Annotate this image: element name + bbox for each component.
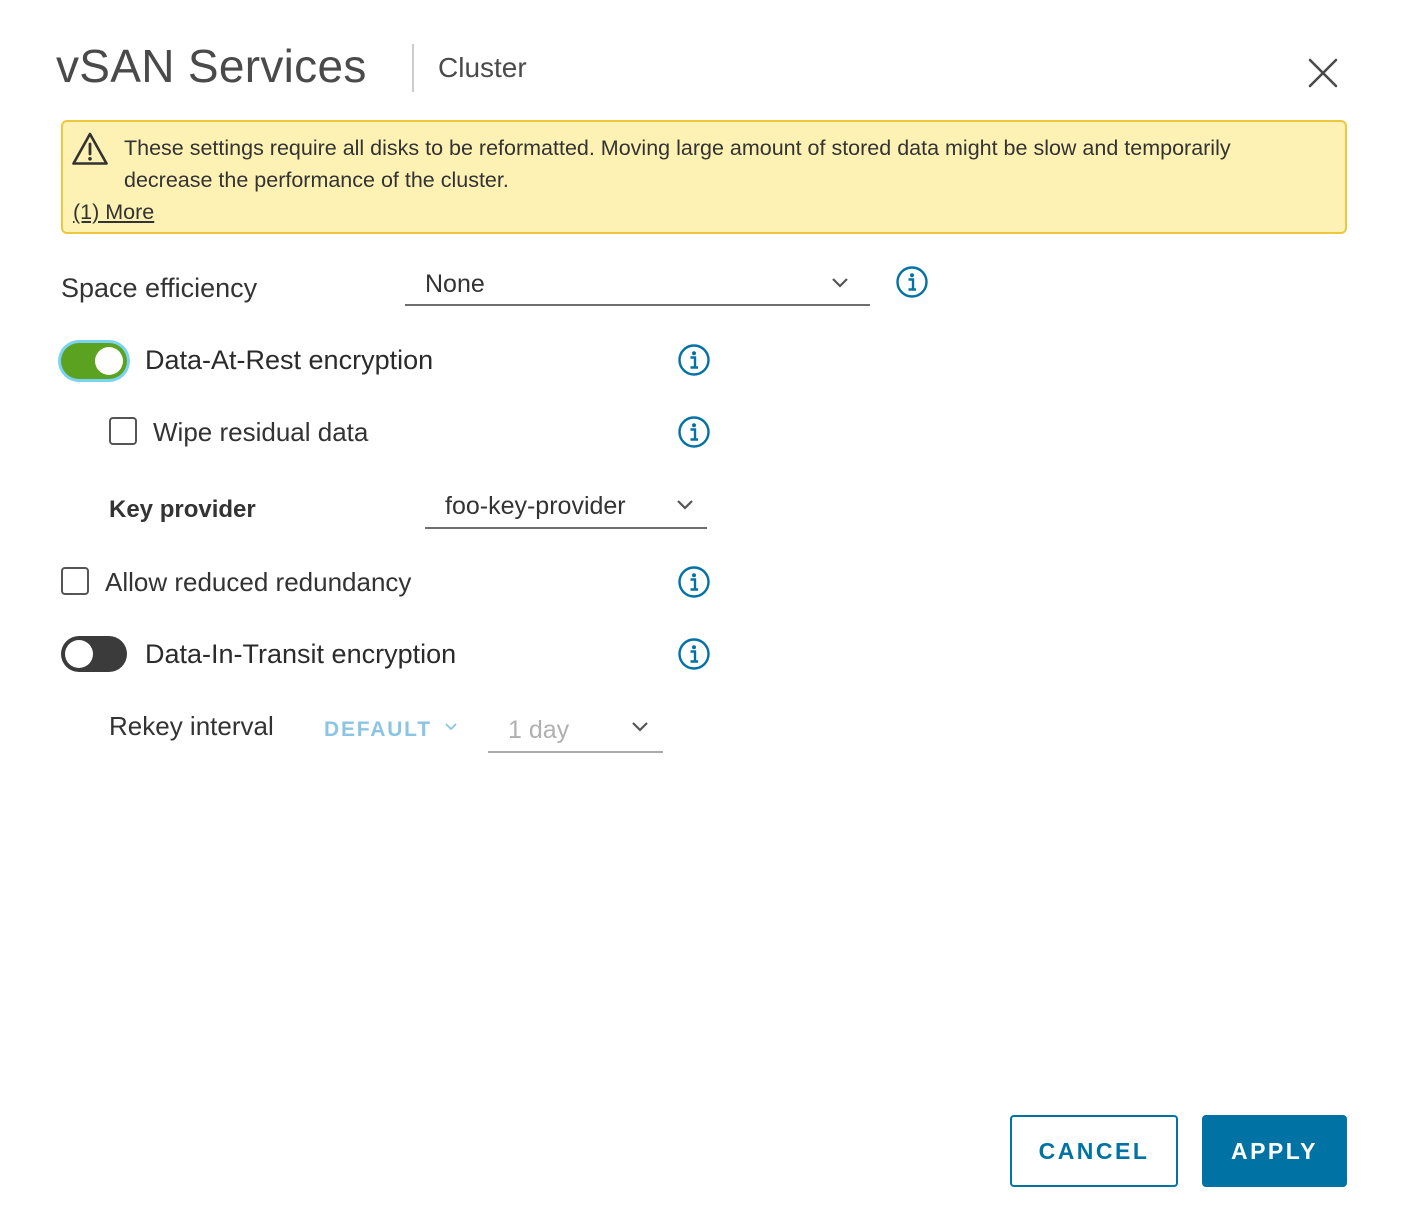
data-at-rest-toggle[interactable] <box>61 343 127 379</box>
data-in-transit-toggle[interactable] <box>61 636 127 672</box>
rekey-interval-value: 1 day <box>508 716 570 744</box>
warning-triangle-icon <box>72 132 108 165</box>
close-icon <box>1308 58 1338 88</box>
toggle-knob <box>65 640 93 668</box>
data-in-transit-label: Data-In-Transit encryption <box>145 639 457 669</box>
allow-reduced-redundancy-label: Allow reduced redundancy <box>105 567 412 597</box>
chevron-down-icon <box>632 722 648 732</box>
space-efficiency-value: None <box>425 270 485 298</box>
chevron-down-icon <box>677 500 693 510</box>
wipe-residual-checkbox[interactable] <box>109 417 137 445</box>
dialog-title: vSAN Services <box>56 40 367 92</box>
info-icon[interactable] <box>677 415 711 449</box>
dialog-subtitle: Cluster <box>438 52 527 83</box>
rekey-mode-dropdown[interactable]: DEFAULT <box>324 717 432 743</box>
info-icon[interactable] <box>895 265 929 299</box>
title-divider <box>412 44 414 92</box>
rekey-interval-label: Rekey interval <box>109 711 274 741</box>
vsan-services-dialog: vSAN Services Cluster These settings req… <box>0 0 1404 1232</box>
apply-button[interactable]: APPLY <box>1202 1115 1347 1187</box>
chevron-down-icon <box>445 723 457 731</box>
alert-message: These settings require all disks to be r… <box>124 136 1231 192</box>
data-at-rest-label: Data-At-Rest encryption <box>145 345 434 375</box>
info-icon[interactable] <box>677 637 711 671</box>
close-button[interactable] <box>1300 50 1346 96</box>
info-icon[interactable] <box>677 343 711 377</box>
key-provider-label: Key provider <box>109 496 256 523</box>
toggle-knob <box>95 347 123 375</box>
wipe-residual-label: Wipe residual data <box>153 417 369 447</box>
cancel-button[interactable]: CANCEL <box>1010 1115 1178 1187</box>
alert-more-link[interactable]: (1) More <box>73 196 154 228</box>
space-efficiency-label: Space efficiency <box>61 273 258 303</box>
space-efficiency-select[interactable]: None <box>405 266 870 306</box>
chevron-down-icon <box>832 278 848 288</box>
key-provider-value: foo-key-provider <box>445 492 626 520</box>
rekey-interval-select[interactable]: 1 day <box>488 712 663 753</box>
key-provider-select[interactable]: foo-key-provider <box>425 488 707 529</box>
info-icon[interactable] <box>677 565 711 599</box>
warning-alert: These settings require all disks to be r… <box>61 120 1347 234</box>
allow-reduced-redundancy-checkbox[interactable] <box>61 567 89 595</box>
